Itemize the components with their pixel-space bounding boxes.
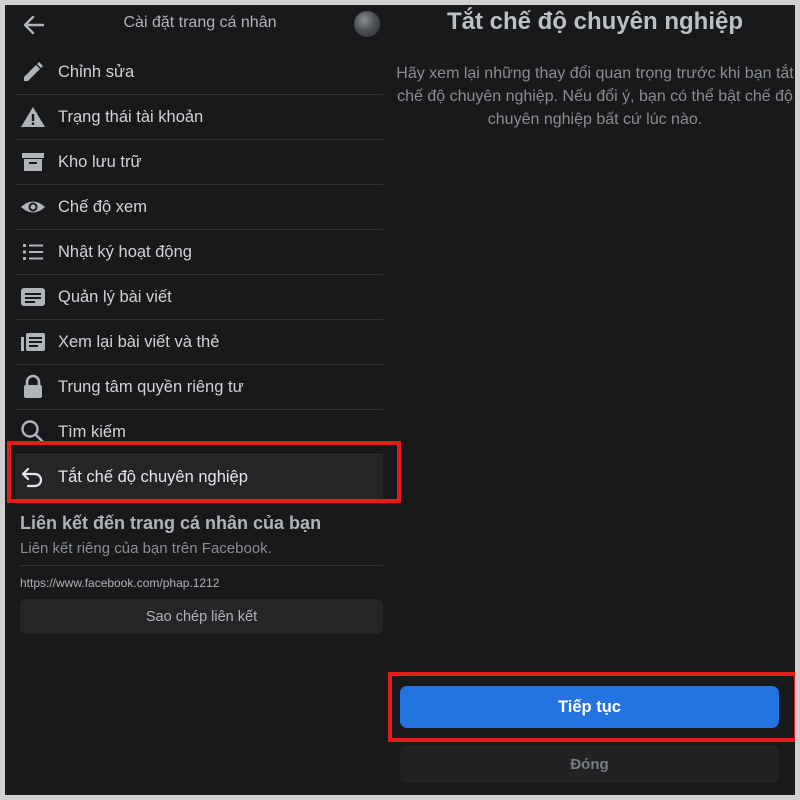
menu-item-edit[interactable]: Chỉnh sửa	[15, 50, 383, 95]
menu-item-search[interactable]: Tìm kiếm	[15, 410, 383, 455]
review-icon	[18, 327, 48, 357]
lock-icon	[18, 372, 48, 402]
settings-header: Cài đặt trang cá nhân	[5, 5, 395, 45]
avatar[interactable]	[354, 11, 380, 37]
menu-item-activity-log[interactable]: Nhật ký hoạt động	[15, 230, 383, 275]
dialog-description: Hãy xem lại những thay đổi quan trọng tr…	[396, 65, 794, 128]
profile-link-subtitle: Liên kết riêng của bạn trên Facebook.	[20, 540, 272, 557]
search-icon	[18, 417, 48, 447]
eye-icon	[18, 192, 48, 222]
menu-item-account-status[interactable]: Trạng thái tài khoản	[15, 95, 383, 140]
profile-settings-panel: Cài đặt trang cá nhân Chỉnh sửa Trạng th…	[5, 5, 401, 795]
menu-item-label: Trung tâm quyền riêng tư	[58, 377, 244, 396]
copy-link-button[interactable]: Sao chép liên kết	[20, 599, 383, 634]
profile-link-title: Liên kết đến trang cá nhân của bạn	[20, 513, 322, 533]
dialog-title: Tắt chế độ chuyên nghiệp	[446, 8, 744, 35]
menu-item-view-as[interactable]: Chế độ xem	[15, 185, 383, 230]
back-button[interactable]	[19, 11, 49, 39]
menu-item-label: Quản lý bài viết	[58, 287, 172, 306]
menu-item-turn-off-professional-mode[interactable]: Tắt chế độ chuyên nghiệp	[15, 455, 383, 499]
pencil-icon	[18, 57, 48, 87]
warning-icon	[18, 102, 48, 132]
menu-item-archive[interactable]: Kho lưu trữ	[15, 140, 383, 185]
menu-item-label: Tắt chế độ chuyên nghiệp	[58, 467, 248, 486]
archive-icon	[18, 147, 48, 177]
menu-item-label: Kho lưu trữ	[58, 152, 142, 171]
profile-url: https://www.facebook.com/phap.1212	[20, 576, 220, 590]
menu-item-review-posts[interactable]: Xem lại bài viết và thẻ	[15, 320, 383, 365]
list-icon	[18, 237, 48, 267]
menu-item-label: Xem lại bài viết và thẻ	[58, 332, 220, 351]
menu-item-privacy-center[interactable]: Trung tâm quyền riêng tư	[15, 365, 383, 410]
arrow-left-icon	[23, 15, 45, 35]
continue-button[interactable]: Tiếp tục	[400, 686, 779, 728]
menu-item-label: Chế độ xem	[58, 197, 147, 216]
menu-item-label: Nhật ký hoạt động	[58, 242, 192, 261]
menu-item-manage-posts[interactable]: Quản lý bài viết	[15, 275, 383, 320]
menu-item-label: Chỉnh sửa	[58, 62, 135, 81]
menu-item-label: Tìm kiếm	[58, 422, 126, 441]
post-icon	[18, 282, 48, 312]
turn-off-professional-mode-panel: Tắt chế độ chuyên nghiệp Hãy xem lại nhữ…	[388, 5, 795, 795]
menu-item-label: Trạng thái tài khoản	[58, 107, 204, 126]
page-title: Cài đặt trang cá nhân	[123, 14, 277, 31]
close-button[interactable]: Đóng	[400, 745, 779, 783]
screenshot-frame: Cài đặt trang cá nhân Chỉnh sửa Trạng th…	[5, 5, 795, 795]
divider	[20, 565, 383, 566]
undo-icon	[18, 462, 48, 492]
settings-menu: Chỉnh sửa Trạng thái tài khoản Kho lưu t…	[15, 50, 383, 499]
